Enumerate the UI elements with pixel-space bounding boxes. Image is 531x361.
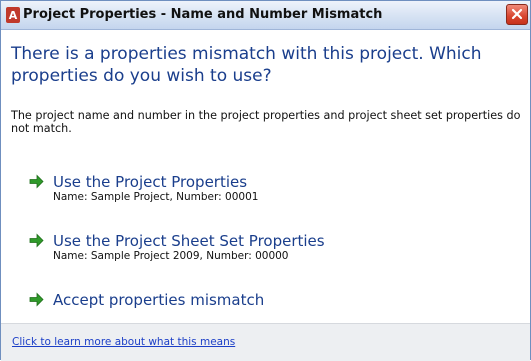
option-subtitle: Name: Sample Project, Number: 00001 [53,191,259,203]
accept-mismatch-option[interactable]: Accept properties mismatch [29,291,499,313]
title-bar[interactable]: A Project Properties - Name and Number M… [1,1,530,30]
learn-more-link[interactable]: Click to learn more about what this mean… [12,336,235,348]
svg-text:A: A [9,9,18,22]
use-sheet-set-properties-option[interactable]: Use the Project Sheet Set Properties Nam… [29,232,499,266]
green-arrow-icon [29,292,44,307]
dialog-heading: There is a properties mismatch with this… [11,44,482,86]
autocad-app-icon: A [6,7,20,23]
green-arrow-icon [29,174,44,189]
option-title: Use the Project Sheet Set Properties [53,232,325,250]
option-title: Use the Project Properties [53,173,248,191]
option-title: Accept properties mismatch [53,291,265,309]
window-title: Project Properties - Name and Number Mis… [23,7,383,22]
use-project-properties-option[interactable]: Use the Project Properties Name: Sample … [29,173,499,207]
close-button[interactable] [506,4,528,25]
close-icon [511,8,523,20]
dialog-window: A Project Properties - Name and Number M… [0,0,531,361]
dialog-footer: Click to learn more about what this mean… [1,323,530,361]
dialog-description: The project name and number in the proje… [11,109,521,135]
option-subtitle: Name: Sample Project 2009, Number: 00000 [53,250,289,262]
green-arrow-icon [29,233,44,248]
